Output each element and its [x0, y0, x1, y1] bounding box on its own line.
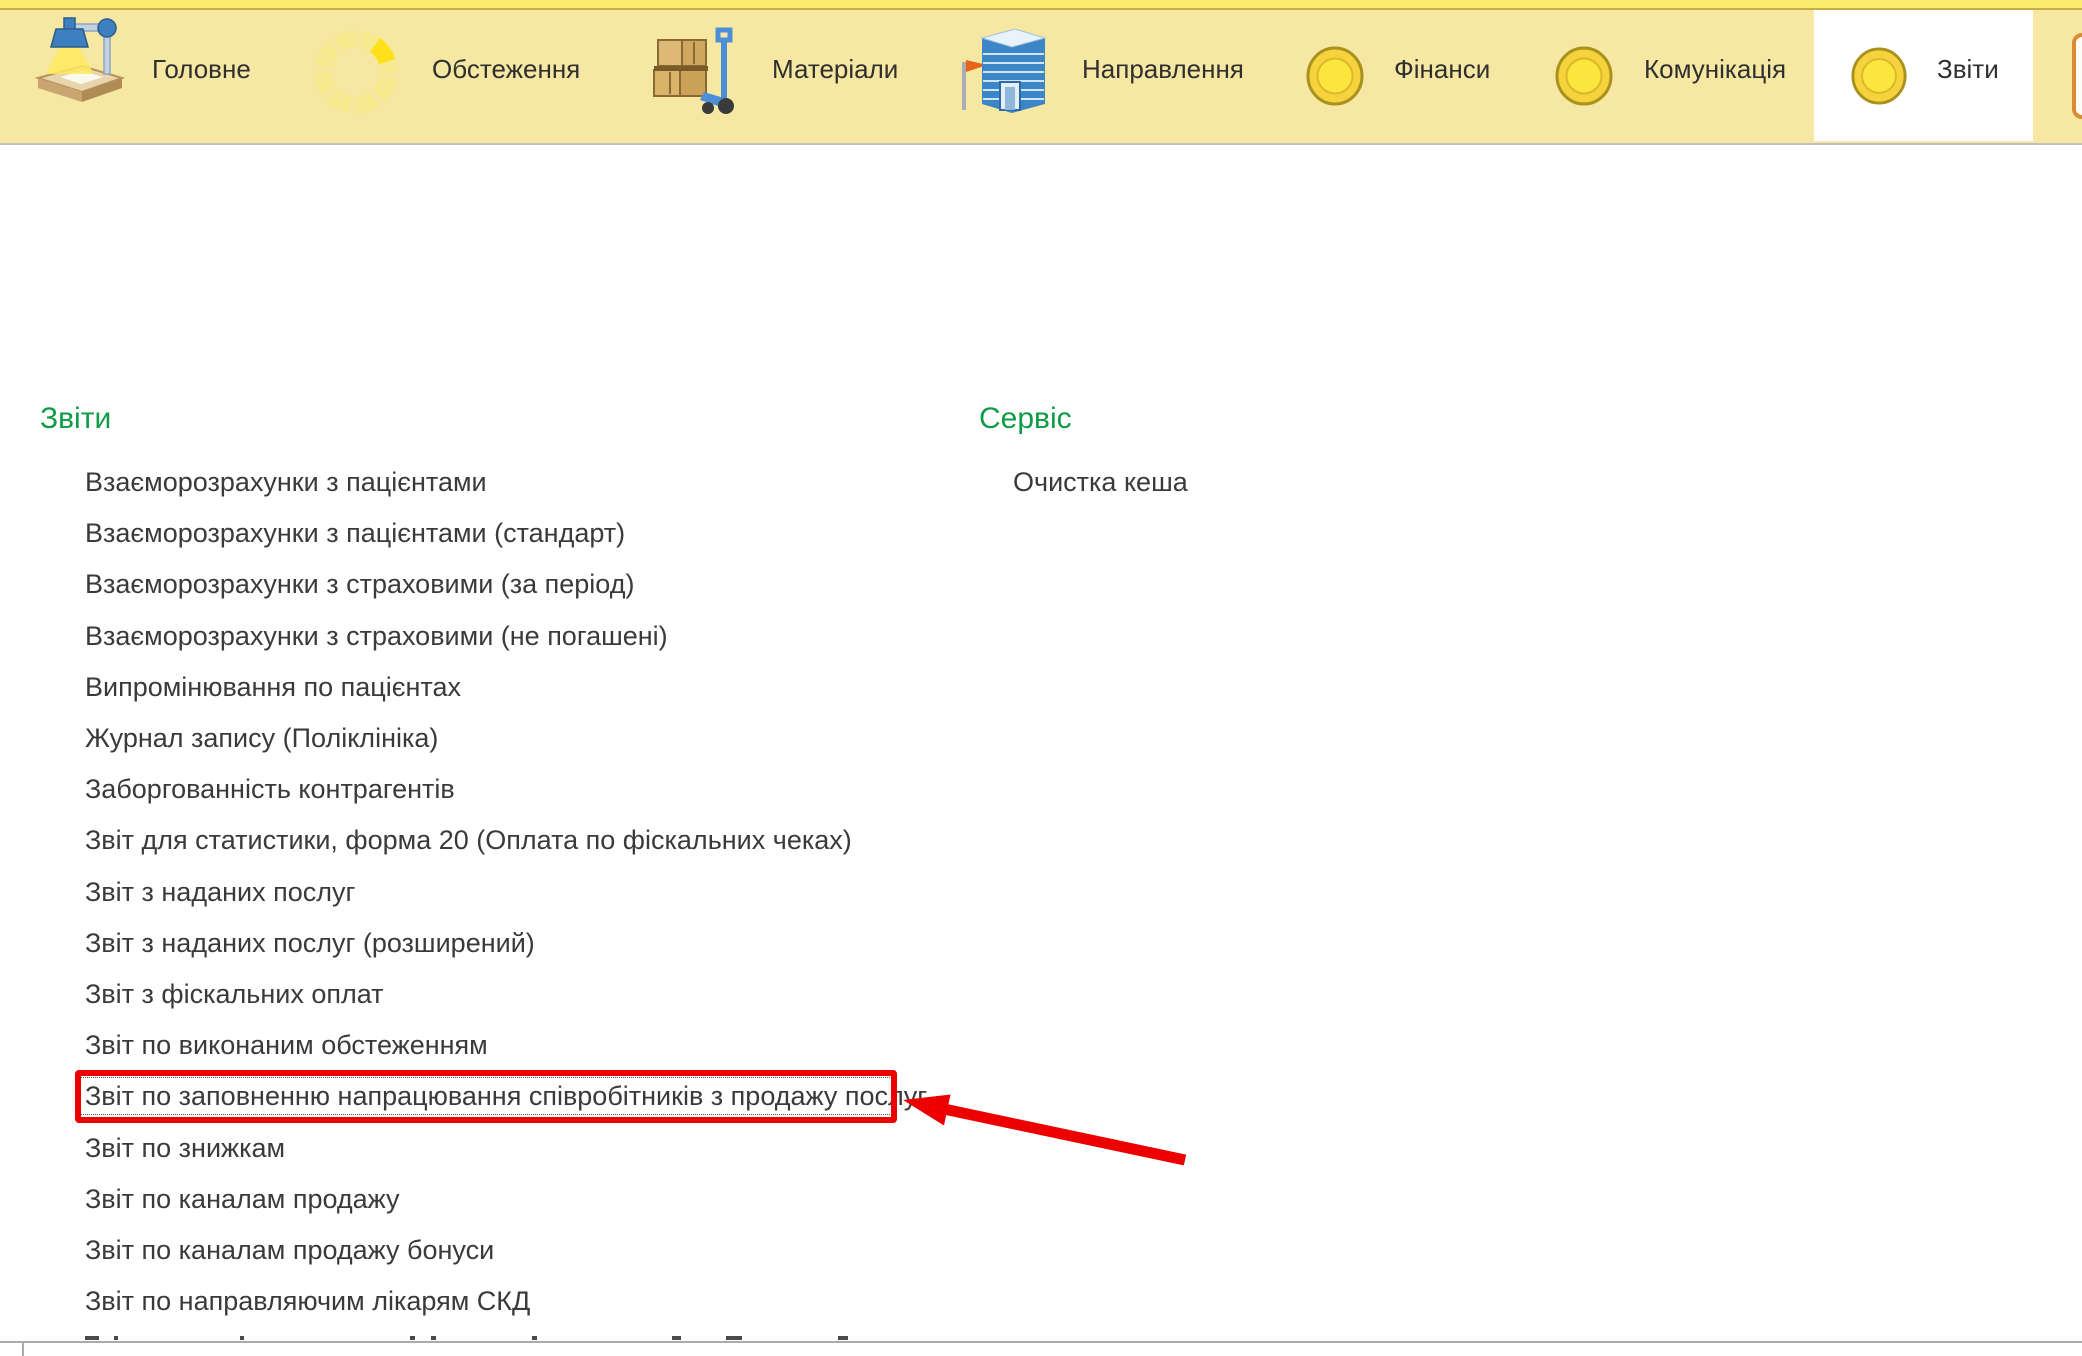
report-link[interactable]: Звіт з наданих послуг (розширений): [85, 918, 927, 969]
reports-list: Взаєморозрахунки з пацієнтамиВзаєморозра…: [85, 457, 927, 1327]
toolbar-top-strip: [0, 0, 2082, 10]
tab-label: Головне: [152, 54, 251, 85]
tab-finansy[interactable]: Фінанси: [1295, 10, 1525, 141]
report-link[interactable]: Звіт по виконаним обстеженням: [85, 1020, 927, 1071]
tab-komunikatsiia[interactable]: Комунікація: [1544, 10, 1794, 141]
clipped-right-button[interactable]: [2072, 33, 2082, 119]
report-link[interactable]: Взаєморозрахунки з пацієнтами: [85, 457, 927, 508]
report-link[interactable]: Звіт по знижкам: [85, 1122, 927, 1173]
bottom-corner-line: [22, 1341, 24, 1356]
service-list: Очистка кеша: [1013, 457, 1188, 508]
lamp-icon: [30, 16, 130, 123]
tab-label: Фінанси: [1394, 54, 1490, 85]
toolbar-divider: [0, 143, 2082, 145]
spinner-icon: [306, 22, 406, 127]
coin-icon: [1305, 45, 1365, 112]
tab-label: Матеріали: [772, 54, 898, 85]
tab-obstezhennia[interactable]: Обстеження: [296, 10, 586, 141]
coin-icon: [1554, 45, 1614, 112]
service-link[interactable]: Очистка кеша: [1013, 457, 1188, 508]
tab-napravlennia[interactable]: Направлення: [945, 10, 1255, 141]
tab-materialy[interactable]: Матеріали: [638, 10, 908, 141]
report-link[interactable]: Заборгованність контрагентів: [85, 764, 927, 815]
tab-holovne[interactable]: Головне: [20, 10, 270, 141]
report-link[interactable]: Взаєморозрахунки з страховими (за період…: [85, 559, 927, 610]
report-link[interactable]: Звіт по направляючим лікарям СКД: [85, 1276, 927, 1327]
reports-section-title: Звіти: [40, 402, 111, 436]
service-section-title: Сервіс: [979, 402, 1072, 436]
report-link[interactable]: Звіт по заповненню напрацювання співробі…: [85, 1071, 927, 1122]
report-link[interactable]: Звіт по каналам продажу бонуси: [85, 1225, 927, 1276]
report-link[interactable]: Звіт з наданих послуг: [85, 867, 927, 918]
report-link[interactable]: Журнал запису (Поліклініка): [85, 713, 927, 764]
report-link[interactable]: Звіт для статистики, форма 20 (Оплата по…: [85, 815, 927, 866]
report-link[interactable]: Випромінювання по пацієнтах: [85, 662, 927, 713]
tab-label: Звіти: [1937, 54, 1999, 85]
boxes-handtruck-icon: [648, 22, 744, 123]
main-toolbar: Головне Обстеження: [0, 0, 2082, 143]
report-link[interactable]: Звіт з фіскальних оплат: [85, 969, 927, 1020]
annotation-arrow-icon: [880, 1078, 1210, 1178]
tab-label: Комунікація: [1644, 54, 1786, 85]
bottom-divider: [0, 1341, 2082, 1343]
tab-label: Обстеження: [432, 54, 580, 85]
report-link[interactable]: Звіт по каналам продажу: [85, 1174, 927, 1225]
report-link[interactable]: Взаєморозрахунки з пацієнтами (стандарт): [85, 508, 927, 559]
tab-label: Направлення: [1082, 54, 1244, 85]
report-link[interactable]: Взаєморозрахунки з страховими (не погаше…: [85, 611, 927, 662]
coin-icon: [1850, 46, 1908, 111]
building-flag-icon: [955, 24, 1051, 125]
tab-zvity[interactable]: Звіти: [1814, 10, 2033, 141]
